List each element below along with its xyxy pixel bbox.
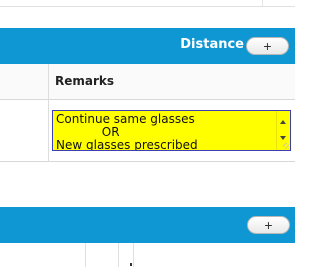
distance-section-header: Distance + [0,28,295,64]
remarks-table-header: Remarks [0,64,295,100]
column-divider [262,0,263,6]
resize-grip-icon[interactable] [283,143,289,149]
remarks-column-header: Remarks [55,74,115,88]
distance-section-title: Distance [180,37,244,52]
scroll-up-arrow-icon[interactable] [280,120,286,124]
column-divider [118,243,119,267]
cell-marker [130,263,132,266]
remarks-textarea[interactable]: Continue same glasses OR New glasses pre… [52,110,291,151]
remarks-text: Continue same glasses OR New glasses pre… [56,112,198,151]
remarks-table-row: Continue same glasses OR New glasses pre… [0,100,295,162]
column-divider [133,243,134,267]
add-distance-button[interactable]: + [246,37,289,55]
column-divider [85,243,86,267]
plus-icon: + [263,38,272,54]
add-second-section-button[interactable]: + [247,216,290,234]
column-divider [48,100,49,162]
bottom-table-row [0,243,295,267]
second-section-header: + [0,207,295,243]
column-divider [48,64,49,100]
top-table-strip [0,0,295,7]
plus-icon: + [264,217,273,233]
scroll-down-arrow-icon[interactable] [280,136,286,140]
